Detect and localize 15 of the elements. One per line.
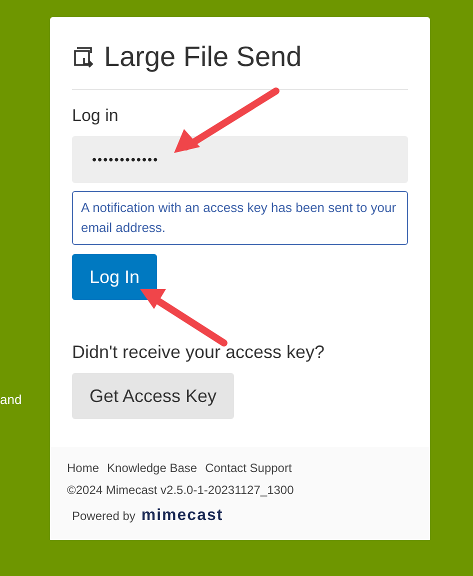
footer-link[interactable]: Home (67, 461, 100, 475)
background-text: and (0, 392, 22, 407)
get-access-key-button[interactable]: Get Access Key (72, 373, 234, 419)
password-field[interactable]: •••••••••••• (72, 136, 408, 183)
app-title: Large File Send (104, 41, 302, 73)
powered-by-text: Powered by (72, 509, 136, 523)
footer-link[interactable]: Contact Support (205, 461, 292, 475)
copyright-text: ©2024 Mimecast v2.5.0-1-20231127_1300 (67, 483, 295, 497)
resend-prompt: Didn't receive your access key? (72, 342, 326, 363)
login-button[interactable]: Log In (72, 254, 157, 300)
notification-message: A notification with an access key has been sent to your email address. (72, 191, 408, 245)
brand-logo: mimecast (141, 507, 224, 525)
file-send-icon (72, 45, 96, 69)
footer-link[interactable]: Knowledge Base (107, 461, 198, 475)
section-label: Log in (72, 106, 120, 126)
